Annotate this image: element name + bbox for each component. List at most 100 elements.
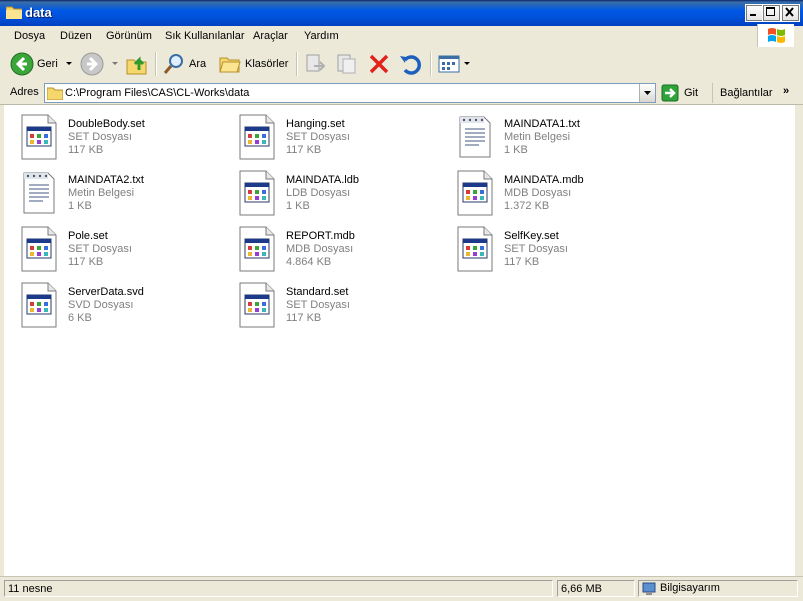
menu-edit[interactable]: Düzen — [60, 30, 92, 42]
folders-icon — [219, 57, 241, 73]
dropdown-arrow-icon[interactable] — [462, 59, 472, 69]
close-icon — [785, 7, 794, 17]
back-button[interactable]: Geri — [10, 51, 76, 77]
search-button[interactable]: Ara — [162, 51, 206, 77]
search-label: Ara — [189, 58, 207, 70]
links-toolbar[interactable]: Bağlantılar — [712, 83, 773, 103]
file-size: 117 KB — [286, 144, 322, 156]
file-size: 117 KB — [68, 144, 104, 156]
address-path: C:\Program Files\CAS\CL-Works\data — [65, 87, 250, 99]
file-item[interactable]: SelfKey.set SET Dosyası 117 KB — [444, 219, 654, 273]
app-file-icon — [454, 169, 496, 217]
back-label: Geri — [37, 58, 58, 70]
file-item[interactable]: MAINDATA.mdb MDB Dosyası 1.372 KB — [444, 163, 654, 217]
file-item[interactable]: Hanging.set SET Dosyası 117 KB — [226, 107, 436, 161]
up-folder-button[interactable] — [125, 51, 149, 77]
file-item[interactable]: DoubleBody.set SET Dosyası 117 KB — [8, 107, 218, 161]
delete-button[interactable] — [367, 51, 391, 77]
total-size: 6,66 MB — [557, 580, 635, 597]
chevron-down-icon — [644, 91, 651, 95]
file-name: MAINDATA.ldb — [286, 174, 359, 186]
views-button[interactable] — [437, 51, 472, 77]
copy-to-button[interactable] — [335, 51, 359, 77]
app-file-icon — [454, 225, 496, 273]
links-label: Bağlantılar — [720, 87, 773, 99]
app-file-icon — [18, 113, 60, 161]
file-type: SET Dosyası — [286, 131, 350, 143]
menu-favorites[interactable]: Sık Kullanılanlar — [165, 30, 245, 42]
file-type: MDB Dosyası — [286, 243, 354, 255]
file-item[interactable]: REPORT.mdb MDB Dosyası 4.864 KB — [226, 219, 436, 273]
text-document-icon — [454, 113, 496, 161]
folder-icon — [6, 6, 22, 19]
file-type: LDB Dosyası — [286, 187, 351, 199]
app-file-icon — [18, 225, 60, 273]
toolbar-separator — [296, 52, 298, 76]
move-to-button[interactable] — [304, 51, 328, 77]
object-count: 11 nesne — [4, 580, 553, 597]
status-bar: 11 nesne 6,66 MB Bilgisayarım — [0, 576, 803, 601]
window-frame-right — [795, 105, 803, 576]
menu-bar: Dosya Düzen Görünüm Sık Kullanılanlar Ar… — [0, 26, 803, 48]
windows-logo — [757, 24, 794, 48]
address-dropdown-button[interactable] — [639, 84, 655, 102]
menu-view[interactable]: Görünüm — [106, 30, 152, 42]
file-name: MAINDATA1.txt — [504, 118, 580, 130]
links-chevron[interactable]: » — [783, 85, 789, 97]
file-type: SET Dosyası — [68, 131, 132, 143]
address-label: Adres — [10, 86, 39, 98]
file-type: SVD Dosyası — [68, 299, 134, 311]
go-button[interactable]: Git — [661, 83, 698, 103]
file-size: 117 KB — [68, 256, 104, 268]
file-size: 117 KB — [286, 312, 322, 324]
delete-x-icon — [369, 54, 389, 74]
toolbar-separator — [430, 52, 432, 76]
file-item[interactable]: Pole.set SET Dosyası 117 KB — [8, 219, 218, 273]
file-name: DoubleBody.set — [68, 118, 145, 130]
forward-button[interactable] — [80, 51, 122, 77]
maximize-icon — [766, 7, 775, 16]
close-button[interactable] — [781, 4, 800, 22]
address-input[interactable]: C:\Program Files\CAS\CL-Works\data — [44, 83, 656, 103]
file-type: Metin Belgesi — [68, 187, 135, 199]
location-zone: Bilgisayarım — [638, 580, 798, 597]
file-type: MDB Dosyası — [504, 187, 572, 199]
folders-label: Klasörler — [245, 58, 289, 70]
computer-icon — [642, 582, 656, 595]
toolbar-separator — [155, 52, 157, 76]
file-name: MAINDATA2.txt — [68, 174, 144, 186]
move-to-icon — [306, 54, 326, 72]
dropdown-arrow-icon[interactable] — [64, 59, 76, 69]
file-item[interactable]: MAINDATA2.txt Metin Belgesi 1 KB — [8, 163, 218, 217]
file-name: SelfKey.set — [504, 230, 559, 242]
file-type: SET Dosyası — [68, 243, 132, 255]
file-item[interactable]: MAINDATA.ldb LDB Dosyası 1 KB — [226, 163, 436, 217]
file-size: 4.864 KB — [286, 256, 332, 268]
file-name: ServerData.svd — [68, 286, 144, 298]
file-list[interactable]: DoubleBody.set SET Dosyası 117 KB Hanging.s… — [4, 105, 795, 575]
maximize-button[interactable] — [762, 4, 781, 22]
text-document-icon — [18, 169, 60, 217]
app-file-icon — [236, 225, 278, 273]
file-name: REPORT.mdb — [286, 230, 355, 242]
file-item[interactable]: MAINDATA1.txt Metin Belgesi 1 KB — [444, 107, 654, 161]
app-file-icon — [236, 169, 278, 217]
file-size: 6 KB — [68, 312, 92, 324]
file-type: SET Dosyası — [286, 299, 350, 311]
file-item[interactable]: Standard.set SET Dosyası 117 KB — [226, 275, 436, 329]
toolbar: Geri Ara Klasörler — [0, 47, 803, 83]
file-size: 1.372 KB — [504, 200, 550, 212]
search-icon — [163, 54, 183, 74]
menu-file[interactable]: Dosya — [14, 30, 45, 42]
app-file-icon — [236, 281, 278, 329]
title-bar[interactable]: data — [0, 0, 803, 26]
app-file-icon — [236, 113, 278, 161]
menu-help[interactable]: Yardım — [304, 30, 339, 42]
windows-flag-icon — [768, 28, 785, 43]
undo-button[interactable] — [398, 51, 422, 77]
menu-tools[interactable]: Araçlar — [253, 30, 288, 42]
file-item[interactable]: ServerData.svd SVD Dosyası 6 KB — [8, 275, 218, 329]
dropdown-arrow-icon[interactable] — [110, 59, 122, 69]
address-bar: Adres C:\Program Files\CAS\CL-Works\data… — [0, 82, 803, 105]
folders-button[interactable]: Klasörler — [218, 51, 288, 77]
